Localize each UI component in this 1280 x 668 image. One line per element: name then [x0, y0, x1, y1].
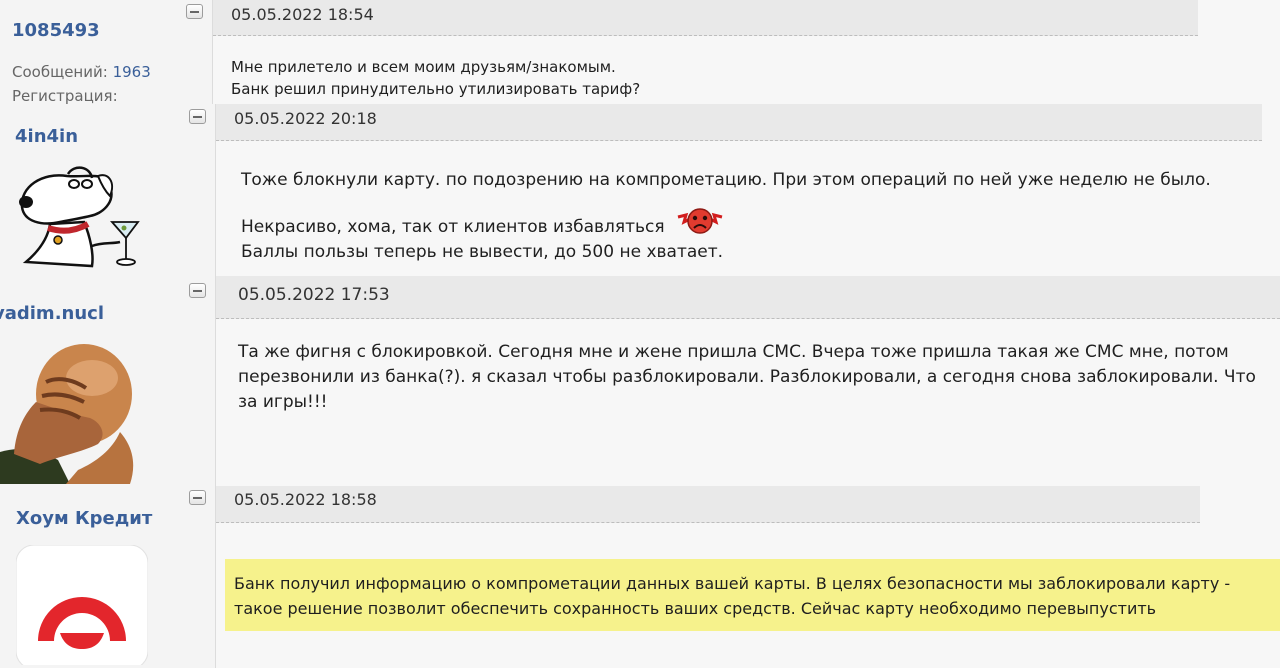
post-text: Банк получил информацию о компрометации …	[234, 574, 1231, 618]
user-sidebar: 1085493 Сообщений: 1963 Регистрация:	[0, 0, 213, 105]
post-body: 05.05.2022 18:58 Банк получил информацию…	[216, 486, 1280, 668]
post-line: Баллы пользы теперь не вывести, до 500 н…	[241, 242, 724, 262]
post-line: Тоже блокнули карту. по подозрению на ко…	[241, 170, 1211, 190]
messages-count: Сообщений: 1963	[12, 63, 151, 81]
user-sidebar: Хоум Кредит	[0, 486, 216, 668]
post-4: Хоум Кредит 05.05.2022 18:58 Банк получи…	[0, 486, 1280, 668]
avatar-facepalm-icon	[0, 342, 142, 484]
post-line: Некрасиво, хома, так от клиентов избавля…	[241, 207, 1271, 240]
post-date: 05.05.2022 18:54	[231, 5, 374, 24]
post-text: Тоже блокнули карту. по подозрению на ко…	[241, 168, 1271, 265]
post-3: vadim.nucl 05.05.2022 17:53 Та же фигня …	[0, 276, 1280, 486]
collapse-minus-icon[interactable]	[189, 490, 206, 505]
user-sidebar: vadim.nucl	[0, 276, 216, 486]
username[interactable]: 4in4in	[15, 126, 78, 147]
collapse-minus-icon[interactable]	[189, 109, 206, 124]
post-body: 05.05.2022 17:53 Та же фигня с блокировк…	[216, 276, 1280, 486]
post-date: 05.05.2022 18:58	[234, 490, 377, 509]
post-date: 05.05.2022 20:18	[234, 109, 377, 128]
messages-value[interactable]: 1963	[113, 63, 151, 81]
registration-label: Регистрация:	[12, 87, 118, 105]
post-body: 05.05.2022 20:18 Тоже блокнули карту. по…	[216, 104, 1280, 276]
post-line: Мне прилетело и всем моим друзьям/знаком…	[231, 58, 616, 76]
post-text: Мне прилетело и всем моим друзьям/знаком…	[231, 56, 640, 100]
post-1: 1085493 Сообщений: 1963 Регистрация: 05.…	[0, 0, 1280, 105]
collapse-minus-icon[interactable]	[186, 4, 203, 19]
user-sidebar: 4in4in	[0, 104, 216, 276]
post-date: 05.05.2022 17:53	[238, 285, 390, 305]
home-credit-logo	[16, 545, 148, 665]
messages-label: Сообщений:	[12, 63, 108, 81]
username[interactable]: 1085493	[12, 20, 100, 41]
post-line: Банк решил принудительно утилизировать т…	[231, 80, 641, 98]
avatar-dog-icon	[19, 166, 140, 268]
post-text: Та же фигня с блокировкой. Сегодня мне и…	[238, 342, 1256, 412]
post-line-text: Некрасиво, хома, так от клиентов избавля…	[241, 217, 665, 237]
collapse-minus-icon[interactable]	[189, 283, 206, 298]
username[interactable]: vadim.nucl	[0, 303, 104, 324]
post-body: 05.05.2022 18:54 Мне прилетело и всем мо…	[213, 0, 1280, 104]
angry-smiley-icon	[677, 208, 723, 234]
username[interactable]: Хоум Кредит	[16, 508, 152, 529]
post-2: 4in4in 05.05.2022 20:18 Тоже блокнули ка…	[0, 104, 1280, 276]
